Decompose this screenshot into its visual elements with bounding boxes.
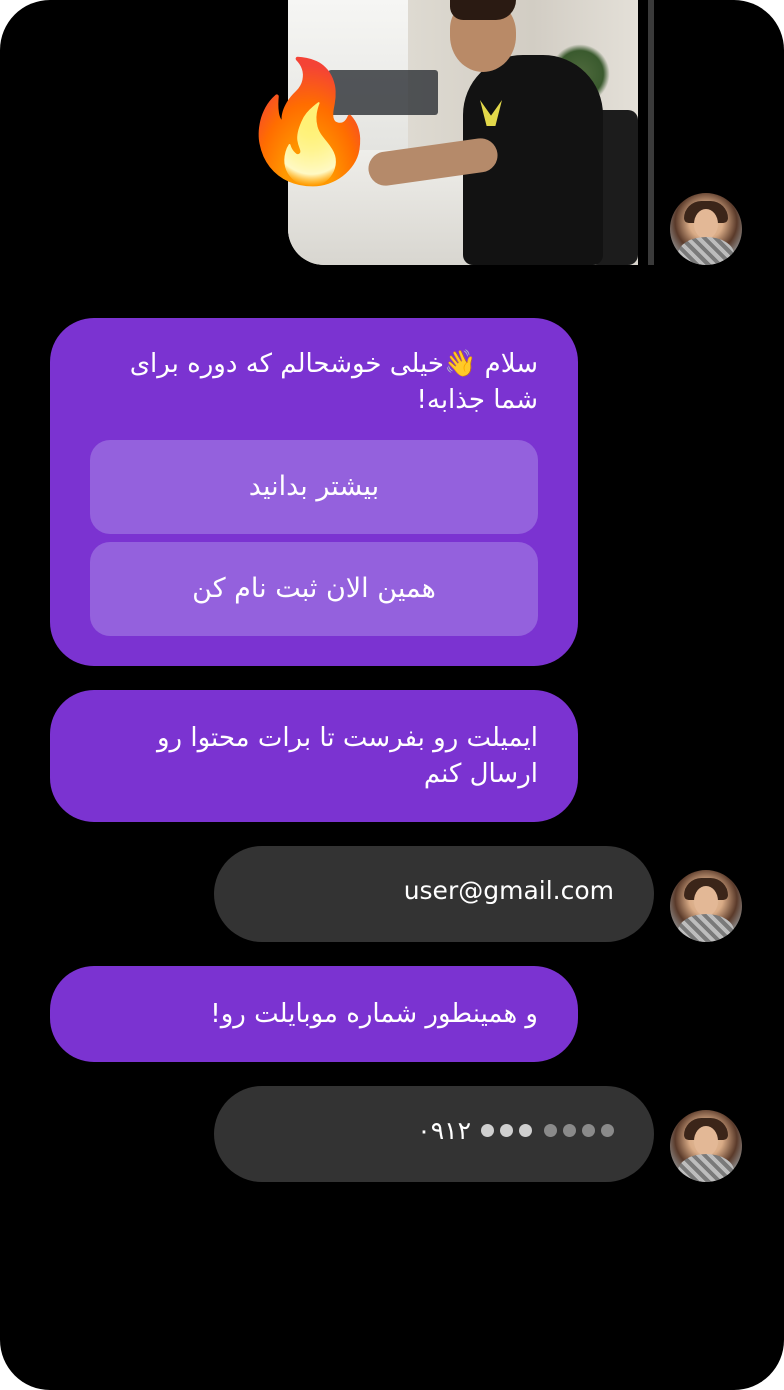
user-avatar — [670, 1110, 742, 1182]
ask-email-text: ایمیلت رو بفرست تا برات محتوا رو ارسال ک… — [157, 723, 538, 789]
user-avatar — [670, 870, 742, 942]
user-avatar — [670, 193, 742, 265]
greeting-text: سلام 👋خیلی خوشحالم که دوره برای شما جذاب… — [129, 349, 538, 415]
bot-ask-email-bubble: ایمیلت رو بفرست تا برات محتوا رو ارسال ک… — [50, 690, 578, 822]
user-phone-bubble: ۰۹۱۲ — [214, 1086, 654, 1182]
masked-digits-group-1 — [481, 1124, 532, 1137]
learn-more-button[interactable]: بیشتر بدانید — [90, 440, 538, 534]
phone-value: ۰۹۱۲ — [417, 1116, 614, 1145]
bot-greeting-bubble: سلام 👋خیلی خوشحالم که دوره برای شما جذاب… — [50, 318, 578, 666]
bot-ask-phone-bubble: و همینطور شماره موبایلت رو! — [50, 966, 578, 1062]
user-email-bubble: user@gmail.com — [214, 846, 654, 942]
chat-screen: 🔥 سلام 👋خیلی خوشحالم که دوره برای شما جذ… — [0, 0, 784, 1390]
fire-reaction-icon: 🔥 — [236, 52, 383, 190]
ask-phone-text: و همینطور شماره موبایلت رو! — [210, 999, 538, 1029]
scroll-divider — [648, 0, 654, 265]
email-text: user@gmail.com — [403, 876, 614, 905]
register-now-button[interactable]: همین الان ثبت نام کن — [90, 542, 538, 636]
masked-digits-group-2 — [544, 1124, 614, 1137]
phone-prefix: ۰۹۱۲ — [417, 1116, 471, 1145]
